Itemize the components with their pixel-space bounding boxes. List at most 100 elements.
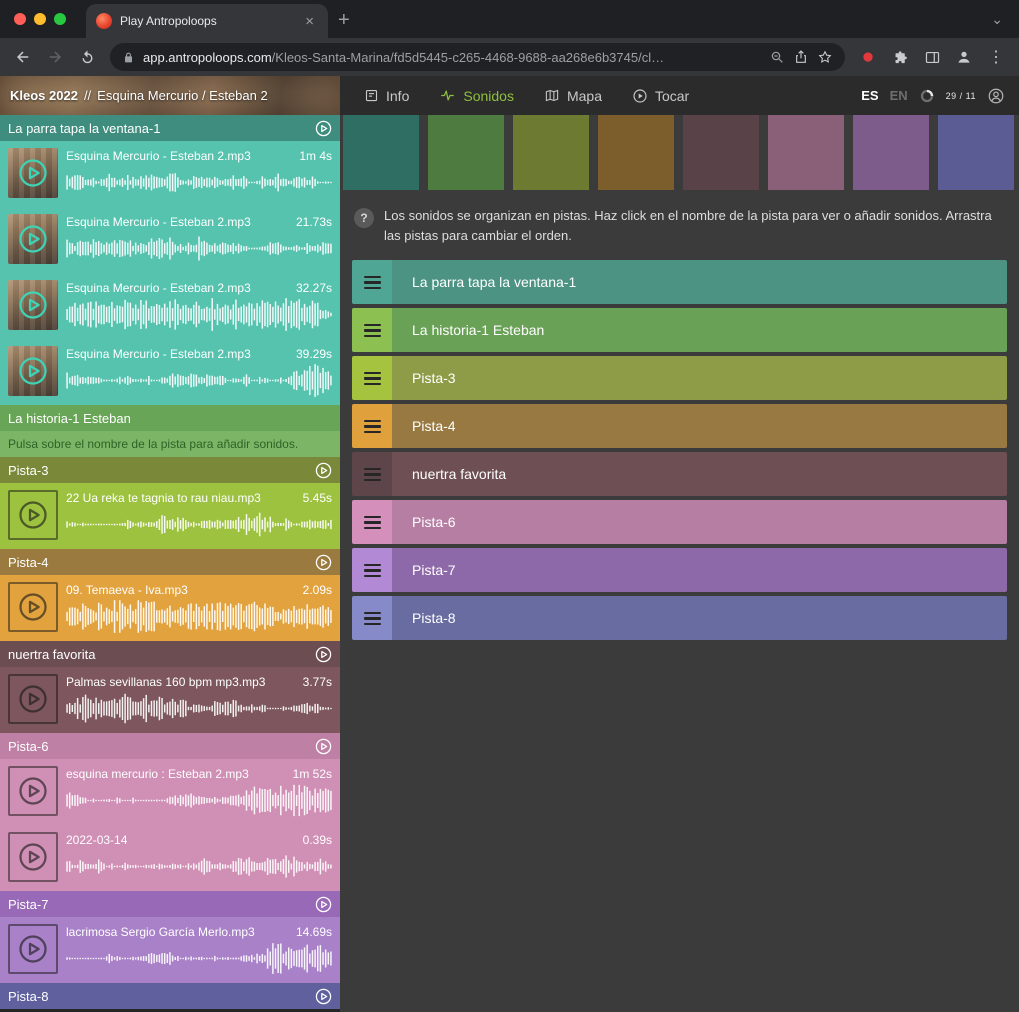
track-bar[interactable]: Pista-4 <box>392 404 1007 448</box>
nav-sonidos[interactable]: Sonidos <box>439 88 514 104</box>
audio-clip[interactable]: esquina mercurio : Esteban 2.mp31m 52s <box>0 759 340 825</box>
nav-mapa[interactable]: Mapa <box>544 88 602 104</box>
clip-meta: Palmas sevillanas 160 bpm mp3.mp33.77s <box>66 674 332 690</box>
audio-clip[interactable]: Esquina Mercurio - Esteban 2.mp339.29s <box>0 339 340 405</box>
track-row[interactable]: Pista-4 <box>352 404 1007 448</box>
extensions-puzzle-icon[interactable] <box>885 42 915 72</box>
track-swatch[interactable] <box>513 115 589 190</box>
zoom-icon[interactable] <box>769 49 785 65</box>
audio-clip[interactable]: Esquina Mercurio - Esteban 2.mp332.27s <box>0 273 340 339</box>
track-row[interactable]: Pista-7 <box>352 548 1007 592</box>
track-bar[interactable]: Pista-6 <box>392 500 1007 544</box>
audio-clip[interactable]: lacrimosa Sergio García Merlo.mp314.69s <box>0 917 340 983</box>
track-swatch[interactable] <box>428 115 504 190</box>
address-bar[interactable]: app.antropoloops.com/Kleos-Santa-Marina/… <box>110 43 845 71</box>
clip-play-overlay-icon <box>18 290 48 320</box>
back-icon[interactable] <box>8 42 38 72</box>
track-bar[interactable]: Pista-8 <box>392 596 1007 640</box>
minimize-window-button[interactable] <box>34 13 46 25</box>
track-row[interactable]: Pista-8 <box>352 596 1007 640</box>
track-swatch[interactable] <box>343 115 419 190</box>
breadcrumb[interactable]: Kleos 2022 // Esquina Mercurio / Esteban… <box>0 76 340 115</box>
new-tab-button[interactable]: + <box>328 6 360 34</box>
record-extension-icon[interactable] <box>853 42 883 72</box>
track-swatch[interactable] <box>938 115 1014 190</box>
track-header[interactable]: Pista-8 <box>0 983 340 1009</box>
track-swatch[interactable] <box>683 115 759 190</box>
track-row[interactable]: La parra tapa la ventana-1 <box>352 260 1007 304</box>
clip-thumbnail[interactable] <box>8 346 58 396</box>
track-header[interactable]: La parra tapa la ventana-1 <box>0 115 340 141</box>
drag-handle-icon[interactable] <box>352 404 392 448</box>
account-icon[interactable] <box>987 87 1005 105</box>
track-bar[interactable]: La parra tapa la ventana-1 <box>392 260 1007 304</box>
audio-clip[interactable]: Palmas sevillanas 160 bpm mp3.mp33.77s <box>0 667 340 733</box>
play-track-icon[interactable] <box>315 554 332 571</box>
track-bar[interactable]: nuertra favorita <box>392 452 1007 496</box>
reload-icon[interactable] <box>72 42 102 72</box>
clip-play-button[interactable] <box>8 582 58 632</box>
lock-icon[interactable] <box>122 51 135 64</box>
audio-clip[interactable]: 2022-03-140.39s <box>0 825 340 891</box>
browser-tab[interactable]: Play Antropoloops × <box>86 4 328 38</box>
track-swatch[interactable] <box>768 115 844 190</box>
audio-clip[interactable]: Esquina Mercurio - Esteban 2.mp31m 4s <box>0 141 340 207</box>
track-swatch[interactable] <box>598 115 674 190</box>
clip-title: Esquina Mercurio - Esteban 2.mp3 <box>66 148 251 164</box>
track-header[interactable]: La historia-1 Esteban <box>0 405 340 431</box>
clip-play-button[interactable] <box>8 490 58 540</box>
share-icon[interactable] <box>793 49 809 65</box>
bookmark-star-icon[interactable] <box>817 49 833 65</box>
clip-play-button[interactable] <box>8 766 58 816</box>
clip-play-button[interactable] <box>8 924 58 974</box>
track-header[interactable]: nuertra favorita <box>0 641 340 667</box>
track-row[interactable]: La historia-1 Esteban <box>352 308 1007 352</box>
browser-menu-icon[interactable]: ⋮ <box>981 42 1011 72</box>
clip-thumbnail[interactable] <box>8 280 58 330</box>
nav-info[interactable]: Info <box>364 88 409 104</box>
play-track-icon[interactable] <box>315 896 332 913</box>
side-panel-icon[interactable] <box>917 42 947 72</box>
track-bar[interactable]: La historia-1 Esteban <box>392 308 1007 352</box>
clip-thumbnail[interactable] <box>8 214 58 264</box>
play-track-icon[interactable] <box>315 462 332 479</box>
clip-play-button[interactable] <box>8 674 58 724</box>
play-track-icon[interactable] <box>315 120 332 137</box>
track-row[interactable]: nuertra favorita <box>352 452 1007 496</box>
drag-handle-icon[interactable] <box>352 452 392 496</box>
track-header[interactable]: Pista-4 <box>0 549 340 575</box>
nav-tocar[interactable]: Tocar <box>632 88 689 104</box>
track-header[interactable]: Pista-3 <box>0 457 340 483</box>
tab-close-icon[interactable]: × <box>301 12 318 31</box>
profile-avatar-icon[interactable] <box>949 42 979 72</box>
lang-en[interactable]: EN <box>890 88 908 103</box>
forward-icon[interactable] <box>40 42 70 72</box>
play-track-icon[interactable] <box>315 646 332 663</box>
audio-clip[interactable]: Esquina Mercurio - Esteban 2.mp321.73s <box>0 207 340 273</box>
play-track-icon[interactable] <box>315 988 332 1005</box>
play-track-icon[interactable] <box>315 738 332 755</box>
audio-clip[interactable]: 09. Temaeva - Iva.mp32.09s <box>0 575 340 641</box>
drag-handle-icon[interactable] <box>352 500 392 544</box>
drag-handle-icon[interactable] <box>352 596 392 640</box>
close-window-button[interactable] <box>14 13 26 25</box>
audio-clip[interactable]: 22 Ua reka te tagnia to rau niau.mp35.45… <box>0 483 340 549</box>
drag-handle-icon[interactable] <box>352 548 392 592</box>
track-header[interactable]: Pista-6 <box>0 733 340 759</box>
lang-es[interactable]: ES <box>861 88 878 103</box>
drag-handle-icon[interactable] <box>352 308 392 352</box>
drag-handle-icon[interactable] <box>352 356 392 400</box>
clip-info: 22 Ua reka te tagnia to rau niau.mp35.45… <box>66 490 332 543</box>
track-bar[interactable]: Pista-7 <box>392 548 1007 592</box>
track-bar[interactable]: Pista-3 <box>392 356 1007 400</box>
track-swatch[interactable] <box>853 115 929 190</box>
clip-thumbnail[interactable] <box>8 148 58 198</box>
drag-handle-icon[interactable] <box>352 260 392 304</box>
clip-play-button[interactable] <box>8 832 58 882</box>
track-section: La historia-1 EstebanPulsa sobre el nomb… <box>0 405 340 457</box>
track-row[interactable]: Pista-3 <box>352 356 1007 400</box>
track-header[interactable]: Pista-7 <box>0 891 340 917</box>
tab-search-chevron-icon[interactable]: ⌄ <box>991 11 1019 38</box>
fullscreen-window-button[interactable] <box>54 13 66 25</box>
track-row[interactable]: Pista-6 <box>352 500 1007 544</box>
